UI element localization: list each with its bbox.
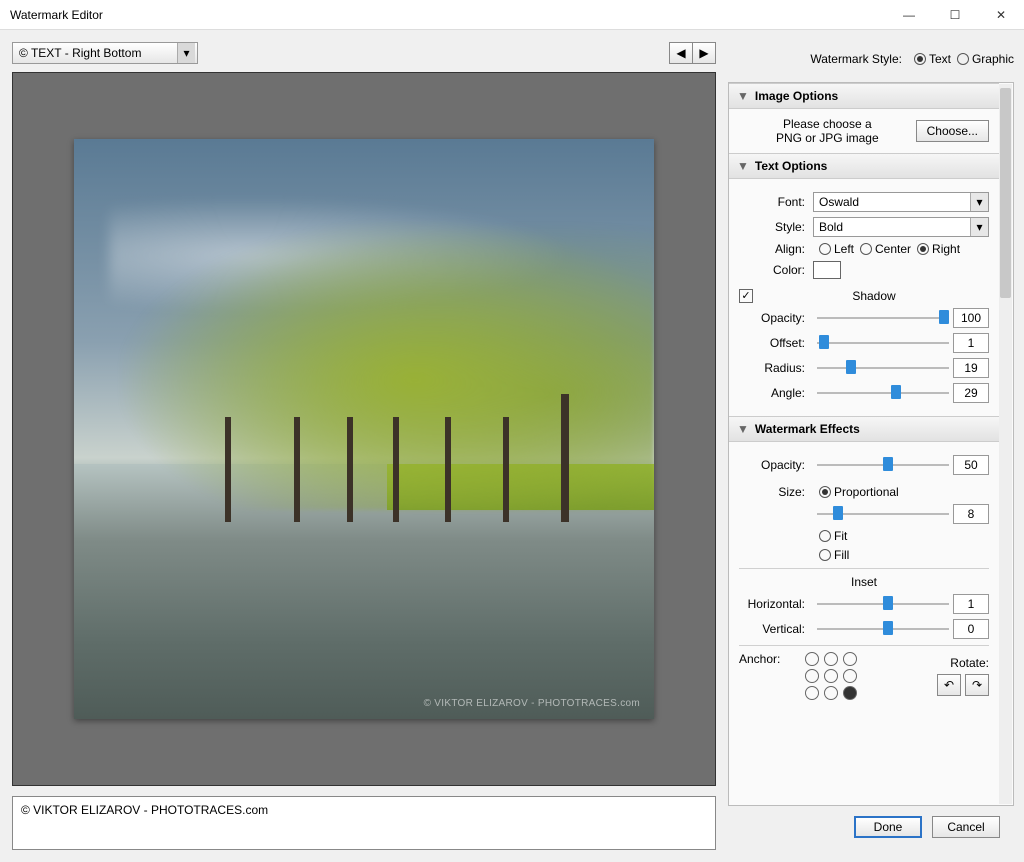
shadow-radius-value[interactable]: 19 (953, 358, 989, 378)
close-button[interactable]: ✕ (978, 0, 1024, 30)
color-swatch[interactable] (813, 261, 841, 279)
anchor-0[interactable] (805, 652, 819, 666)
done-button[interactable]: Done (854, 816, 922, 838)
disclosure-icon: ▼ (737, 422, 749, 436)
left-pane: © TEXT - Right Bottom ▾ ◀ ▶ (0, 30, 728, 862)
shadow-offset-value[interactable]: 1 (953, 333, 989, 353)
cancel-button[interactable]: Cancel (932, 816, 1000, 838)
anchor-grid[interactable] (805, 652, 859, 700)
watermark-text-value: © VIKTOR ELIZAROV - PHOTOTRACES.com (21, 803, 268, 817)
preview-foliage (120, 220, 654, 510)
align-center-radio[interactable]: Center (860, 242, 911, 256)
size-value[interactable]: 8 (953, 504, 989, 524)
preset-row: © TEXT - Right Bottom ▾ ◀ ▶ (12, 42, 716, 64)
chevron-down-icon: ▾ (970, 193, 988, 211)
anchor-4[interactable] (824, 669, 838, 683)
preview-trunk (393, 417, 399, 521)
watermark-style-label: Watermark Style: (810, 52, 902, 66)
prev-button[interactable]: ◀ (669, 42, 693, 64)
preview-trunk (445, 417, 451, 521)
scrollbar-thumb[interactable] (1000, 88, 1011, 298)
anchor-6[interactable] (805, 686, 819, 700)
disclosure-icon: ▼ (737, 89, 749, 103)
size-fill-radio[interactable]: Fill (819, 548, 849, 562)
shadow-opacity-value[interactable]: 100 (953, 308, 989, 328)
section-image-options[interactable]: ▼Image Options (729, 83, 999, 109)
inset-label: Inset (739, 575, 989, 589)
options-panel: ▼Image Options Please choose a PNG or JP… (728, 82, 1014, 806)
anchor-8[interactable] (843, 686, 857, 700)
image-hint: Please choose a PNG or JPG image (739, 117, 916, 145)
size-fit-radio[interactable]: Fit (819, 529, 847, 543)
disclosure-icon: ▼ (737, 159, 749, 173)
anchor-1[interactable] (824, 652, 838, 666)
choose-image-button[interactable]: Choose... (916, 120, 989, 142)
align-left-radio[interactable]: Left (819, 242, 854, 256)
anchor-3[interactable] (805, 669, 819, 683)
client-area: © TEXT - Right Bottom ▾ ◀ ▶ (0, 30, 1024, 862)
size-slider[interactable] (817, 505, 949, 523)
preset-selected: © TEXT - Right Bottom (19, 46, 141, 60)
anchor-5[interactable] (843, 669, 857, 683)
effects-opacity-value[interactable]: 50 (953, 455, 989, 475)
window-title: Watermark Editor (10, 8, 886, 22)
scrollbar[interactable] (999, 84, 1012, 804)
rotate-cw-button[interactable]: ↷ (965, 674, 989, 696)
shadow-opacity-slider[interactable] (817, 309, 949, 327)
style-text-radio[interactable]: Text (914, 52, 951, 66)
anchor-7[interactable] (824, 686, 838, 700)
preview-trunk (225, 417, 231, 521)
preview-trunk (294, 417, 300, 521)
size-proportional-radio[interactable]: Proportional (819, 485, 899, 499)
maximize-button[interactable]: ☐ (932, 0, 978, 30)
shadow-angle-value[interactable]: 29 (953, 383, 989, 403)
watermark-text-input[interactable]: © VIKTOR ELIZAROV - PHOTOTRACES.com (12, 796, 716, 850)
preview-trunk (347, 417, 353, 521)
effects-opacity-slider[interactable] (817, 456, 949, 474)
next-button[interactable]: ▶ (692, 42, 716, 64)
style-select[interactable]: Bold▾ (813, 217, 989, 237)
section-watermark-effects[interactable]: ▼Watermark Effects (729, 416, 999, 442)
minimize-button[interactable]: — (886, 0, 932, 30)
shadow-offset-slider[interactable] (817, 334, 949, 352)
rotate-ccw-button[interactable]: ↶ (937, 674, 961, 696)
preview-nav: ◀ ▶ (670, 42, 716, 64)
preview-watermark-text: © VIKTOR ELIZAROV - PHOTOTRACES.com (424, 698, 640, 709)
titlebar: Watermark Editor — ☐ ✕ (0, 0, 1024, 30)
preview-trunk (503, 417, 509, 521)
inset-horizontal-value[interactable]: 1 (953, 594, 989, 614)
watermark-style-row: Watermark Style: Text Graphic (728, 46, 1014, 72)
preview-panel: © VIKTOR ELIZAROV - PHOTOTRACES.com (12, 72, 716, 786)
shadow-radius-slider[interactable] (817, 359, 949, 377)
inset-horizontal-slider[interactable] (817, 595, 949, 613)
section-text-options[interactable]: ▼Text Options (729, 153, 999, 179)
rotate-label: Rotate: (937, 656, 989, 670)
right-pane: Watermark Style: Text Graphic ▼Image Opt… (728, 30, 1024, 862)
inset-vertical-value[interactable]: 0 (953, 619, 989, 639)
shadow-angle-slider[interactable] (817, 384, 949, 402)
shadow-checkbox[interactable] (739, 289, 753, 303)
style-graphic-radio[interactable]: Graphic (957, 52, 1014, 66)
inset-vertical-slider[interactable] (817, 620, 949, 638)
chevron-down-icon: ▾ (177, 43, 195, 63)
preview-trunk (561, 394, 569, 522)
preset-dropdown[interactable]: © TEXT - Right Bottom ▾ (12, 42, 198, 64)
footer: Done Cancel (728, 806, 1014, 850)
align-right-radio[interactable]: Right (917, 242, 960, 256)
chevron-down-icon: ▾ (970, 218, 988, 236)
preview-image: © VIKTOR ELIZAROV - PHOTOTRACES.com (74, 139, 654, 719)
font-select[interactable]: Oswald▾ (813, 192, 989, 212)
anchor-2[interactable] (843, 652, 857, 666)
